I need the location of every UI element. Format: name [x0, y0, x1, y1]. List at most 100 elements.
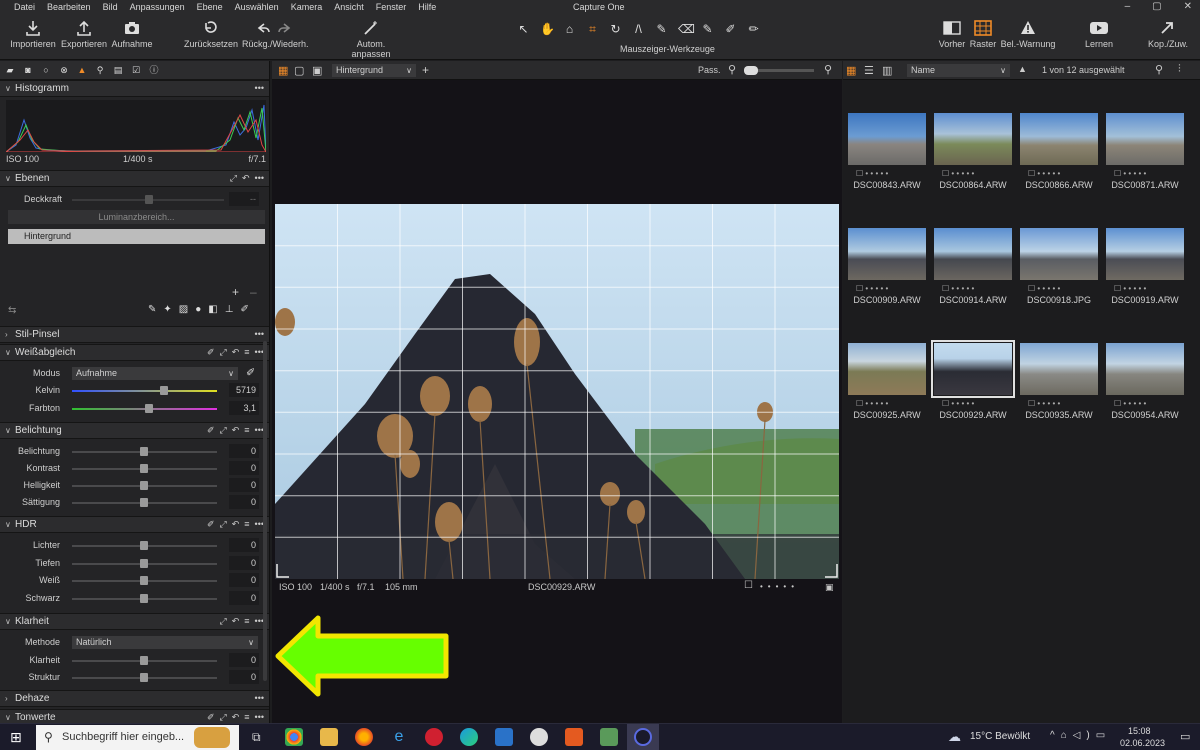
- reset-icon[interactable]: ↶: [232, 519, 240, 530]
- adjustments-tab-icon[interactable]: ▤: [113, 65, 123, 75]
- menu-datei[interactable]: Datei: [8, 0, 41, 14]
- thumbnail-selected[interactable]: ☐ • • • • • DSC00929.ARW: [931, 340, 1015, 420]
- slider-knob[interactable]: [140, 481, 148, 490]
- capture-one-icon[interactable]: [634, 728, 652, 746]
- zoom-icon[interactable]: ⌂: [563, 22, 576, 36]
- panel-scrollbar[interactable]: [263, 341, 267, 681]
- clarity-method-dropdown[interactable]: Natürlich ∨: [72, 636, 258, 649]
- windows-start-icon[interactable]: ⊞: [10, 729, 22, 746]
- compare-view-icon[interactable]: ▣: [312, 64, 322, 77]
- import-button[interactable]: Importieren: [10, 20, 56, 49]
- pen-icon[interactable]: ✐: [240, 304, 248, 315]
- rotate-icon[interactable]: ↻: [609, 22, 622, 36]
- task-view-icon[interactable]: ⧉: [252, 730, 261, 745]
- more-icon[interactable]: •••: [255, 83, 264, 93]
- capture-button[interactable]: Aufnahme: [111, 20, 153, 49]
- layers-header[interactable]: ∨ Ebenen ⤢ ↶ •••: [0, 170, 269, 187]
- details-tab-icon[interactable]: ⚲: [95, 65, 105, 75]
- opacity-slider-knob[interactable]: [145, 195, 153, 204]
- thumbnail[interactable]: ☐ • • • • • DSC00864.ARW: [933, 113, 1013, 190]
- picker-icon[interactable]: ✐: [207, 519, 215, 530]
- style-brush-header[interactable]: › Stil-Pinsel •••: [0, 326, 269, 343]
- more-icon[interactable]: •••: [255, 329, 264, 339]
- pop-out-icon[interactable]: ⤢: [230, 173, 237, 184]
- single-view-icon[interactable]: ▢: [294, 64, 304, 77]
- copy-apply-button[interactable]: Kop./Zuw.: [1145, 20, 1191, 49]
- menu-anpassungen[interactable]: Anpassungen: [124, 0, 191, 14]
- metadata-tab-icon[interactable]: ☑: [131, 65, 141, 75]
- color-tab-icon[interactable]: ⊗: [59, 65, 69, 75]
- keystone-icon[interactable]: /\: [632, 22, 645, 36]
- rating-dots[interactable]: ☐ • • • • •: [933, 399, 1013, 409]
- camera-app-icon[interactable]: [495, 728, 513, 746]
- thumbnail[interactable]: ☐ • • • • • DSC00914.ARW: [933, 228, 1013, 305]
- pan-hand-icon[interactable]: ✋: [540, 22, 555, 36]
- pop-out-icon[interactable]: ⤢: [220, 616, 227, 627]
- exposure-tab-icon[interactable]: ▲: [77, 65, 87, 75]
- info-tab-icon[interactable]: ⓘ: [149, 65, 159, 75]
- chrome-beta-icon[interactable]: [530, 728, 548, 746]
- undo-redo-button[interactable]: Rückg./Wiederh.: [242, 20, 309, 49]
- star-rating-dots[interactable]: •••••: [760, 582, 799, 591]
- slider-knob[interactable]: [140, 498, 148, 507]
- slider-knob[interactable]: [140, 559, 148, 568]
- thumbnail[interactable]: ☐ • • • • • DSC00925.ARW: [847, 343, 927, 420]
- reset-icon[interactable]: ↶: [242, 173, 250, 184]
- list-icon[interactable]: ≡: [244, 347, 249, 358]
- exposure-warning-button[interactable]: Bel.-Warnung: [1000, 20, 1056, 49]
- opera-icon[interactable]: [425, 728, 443, 746]
- reset-button[interactable]: Zurücksetzen: [184, 20, 238, 49]
- tint-slider-knob[interactable]: [145, 404, 153, 413]
- kelvin-slider-knob[interactable]: [160, 386, 168, 395]
- thumbnail[interactable]: ☐ • • • • • DSC00935.ARW: [1019, 343, 1099, 420]
- auto-adjust-button[interactable]: Autom. anpassen: [337, 20, 405, 59]
- histogram-header[interactable]: ∨ Histogramm •••: [0, 80, 269, 97]
- filter-icon[interactable]: ⫶: [1178, 63, 1181, 76]
- capture-tab-icon[interactable]: ◙: [23, 65, 33, 75]
- thumbnail[interactable]: ☐ • • • • • DSC00866.ARW: [1019, 113, 1099, 190]
- library-tab-icon[interactable]: ▰: [5, 65, 15, 75]
- rating-dots[interactable]: ☐ • • • • •: [1105, 399, 1185, 409]
- exposure-header[interactable]: ∨ Belichtung ✐ ⤢ ↶ ≡ •••: [0, 422, 269, 439]
- menu-ansicht[interactable]: Ansicht: [328, 0, 370, 14]
- menu-bild[interactable]: Bild: [97, 0, 124, 14]
- stamp-icon[interactable]: ⊥: [225, 304, 234, 315]
- layer-item-background[interactable]: Hintergrund: [8, 229, 265, 244]
- thumbnail[interactable]: ☐ • • • • • DSC00909.ARW: [847, 228, 927, 305]
- rating-checkbox-icon[interactable]: ☐: [744, 580, 753, 591]
- brush-icon[interactable]: ✎: [148, 304, 156, 315]
- fit-label[interactable]: Pass.: [698, 65, 721, 75]
- slider-knob[interactable]: [140, 447, 148, 456]
- zoom-slider-knob[interactable]: [744, 66, 758, 75]
- rating-dots[interactable]: ☐ • • • • •: [1019, 284, 1099, 294]
- grid-button[interactable]: Raster: [969, 20, 997, 49]
- pop-out-icon[interactable]: ⤢: [220, 347, 227, 358]
- menu-fenster[interactable]: Fenster: [370, 0, 413, 14]
- picker-icon[interactable]: ✐: [207, 712, 215, 723]
- kelvin-slider[interactable]: [72, 390, 217, 392]
- rating-dots[interactable]: ☐ • • • • •: [1105, 169, 1185, 179]
- thumbnail[interactable]: ☐ • • • • • DSC00954.ARW: [1105, 343, 1185, 420]
- rating-dots[interactable]: ☐ • • • • •: [933, 169, 1013, 179]
- spot-remove-icon[interactable]: ✎: [655, 22, 668, 36]
- rating-dots[interactable]: ☐ • • • • •: [847, 169, 927, 179]
- picker-icon[interactable]: ✐: [207, 425, 215, 436]
- hdr-header[interactable]: ∨ HDR ✐ ⤢ ↶ ≡ •••: [0, 516, 269, 533]
- app-icon[interactable]: [565, 728, 583, 746]
- menu-bearbeiten[interactable]: Bearbeiten: [41, 0, 97, 14]
- menu-kamera[interactable]: Kamera: [285, 0, 329, 14]
- slider-knob[interactable]: [140, 656, 148, 665]
- select-arrow-icon[interactable]: ↖: [517, 22, 530, 36]
- chrome-icon[interactable]: [285, 728, 303, 746]
- list-icon[interactable]: ≡: [244, 519, 249, 530]
- export-button[interactable]: Exportieren: [61, 20, 107, 49]
- linear-gradient-icon[interactable]: ▨: [179, 304, 188, 315]
- reset-icon[interactable]: ↶: [232, 712, 240, 723]
- slider-knob[interactable]: [140, 541, 148, 550]
- before-button[interactable]: Vorher: [938, 20, 966, 49]
- menu-auswaehlen[interactable]: Auswählen: [229, 0, 285, 14]
- crop-icon[interactable]: ⌗: [586, 22, 599, 36]
- swap-icon[interactable]: ⇆: [8, 305, 16, 316]
- eraser-icon[interactable]: ◧: [208, 304, 217, 315]
- reset-icon[interactable]: ↶: [232, 347, 240, 358]
